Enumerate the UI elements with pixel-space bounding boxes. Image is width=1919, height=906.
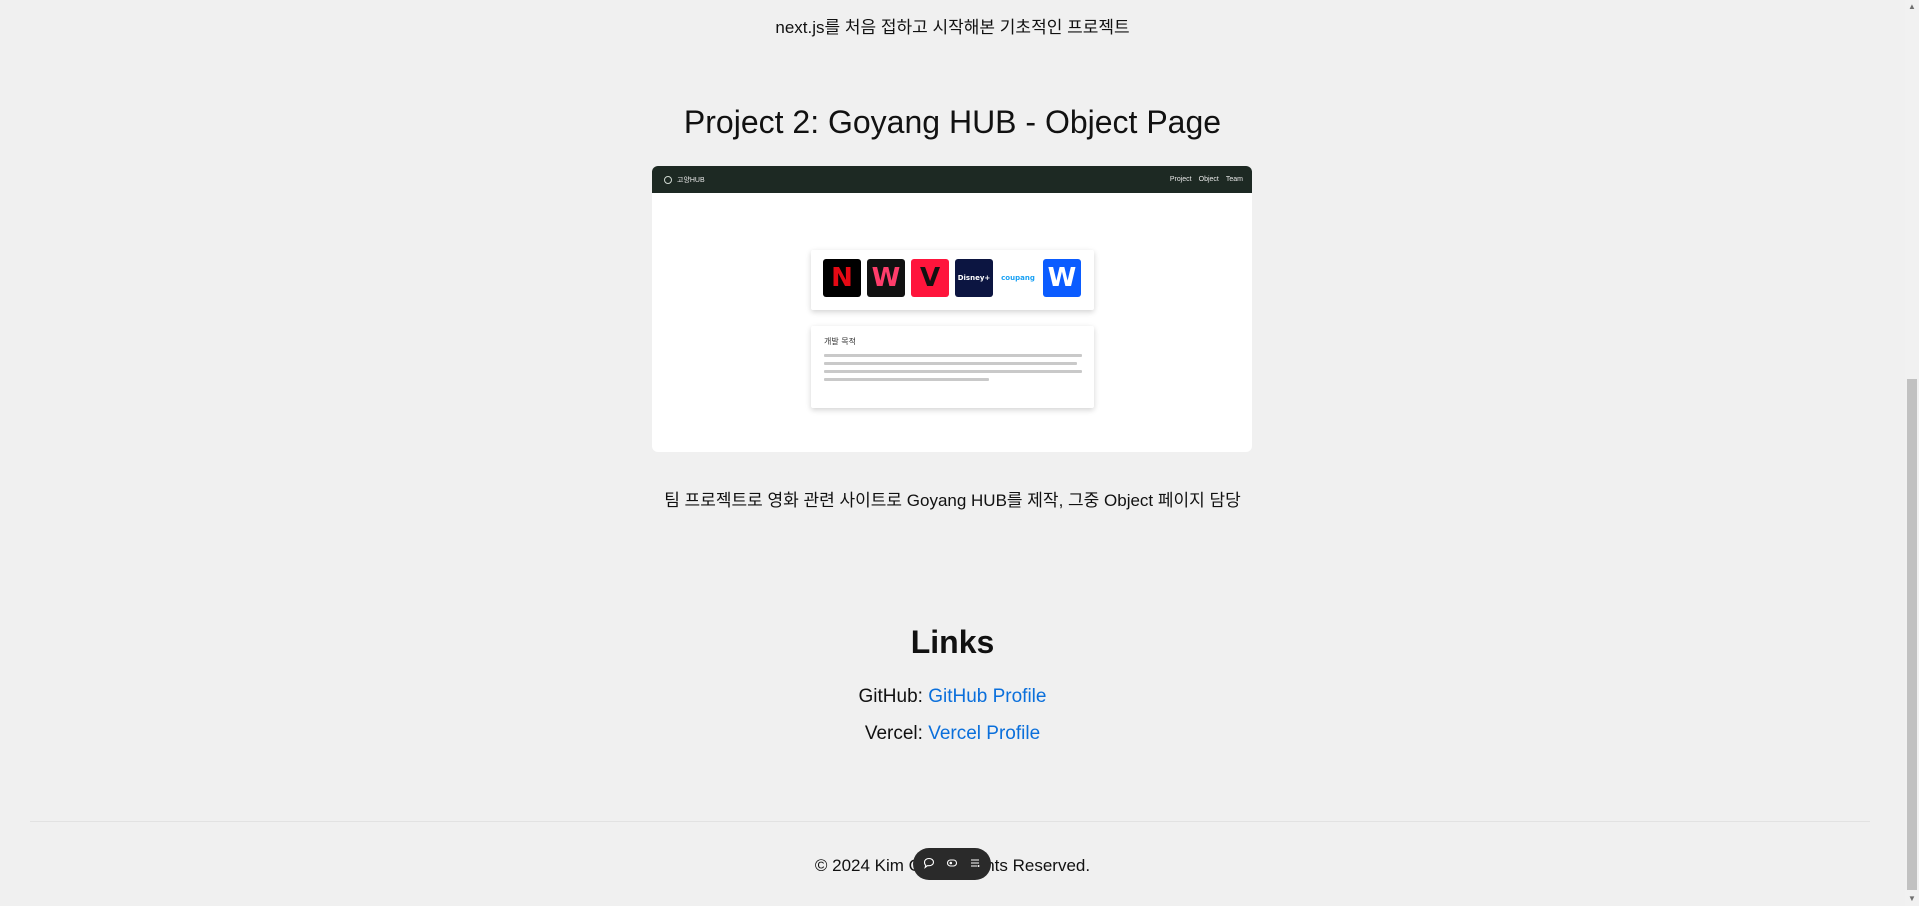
text-line: [824, 370, 1082, 373]
menu-icon[interactable]: [968, 857, 982, 872]
page: next.js를 처음 접하고 시작해본 기초적인 프로젝트 Project 2…: [0, 0, 1905, 906]
visibility-icon[interactable]: [945, 857, 959, 872]
watcha-logo-label: W: [871, 263, 901, 293]
netflix-logo: N: [823, 259, 861, 297]
scroll-down-icon[interactable]: ▼: [1905, 892, 1919, 906]
text-line: [824, 354, 1082, 357]
purpose-text-lines: [824, 354, 1082, 386]
tving-logo: V: [911, 259, 949, 297]
screenshot-menu-team: Team: [1225, 176, 1243, 183]
links-title: Links: [910, 624, 995, 660]
disney-logo: Disney+: [955, 259, 993, 297]
purpose-title: 개발 목적: [824, 337, 856, 346]
floating-toolbar: [913, 848, 991, 880]
ott-logo-card: N W V Disney+ coupang W: [811, 250, 1094, 310]
github-row: GitHub: GitHub Profile: [0, 686, 1905, 708]
vertical-scrollbar[interactable]: ▲ ▼: [1905, 0, 1919, 906]
project2-description: 팀 프로젝트로 영화 관련 사이트로 Goyang HUB를 제작, 그중 Ob…: [664, 491, 1241, 510]
scrollbar-thumb[interactable]: [1907, 379, 1917, 890]
vercel-row: Vercel: Vercel Profile: [0, 723, 1905, 745]
wavve-logo-label: W: [1047, 263, 1077, 293]
vercel-profile-link[interactable]: Vercel Profile: [928, 723, 1040, 744]
purpose-card: 개발 목적: [811, 326, 1094, 408]
screenshot-brand: 고양HUB: [664, 175, 705, 185]
footer-divider: [30, 821, 1870, 822]
project2-screenshot: 고양HUB Project Object Team N W V Disney+ …: [652, 166, 1252, 452]
project2-title: Project 2: Goyang HUB - Object Page: [683, 104, 1222, 140]
screenshot-menu-project: Project: [1169, 176, 1192, 183]
wavve-logo: W: [1043, 259, 1081, 297]
netflix-logo-label: N: [831, 263, 853, 293]
watcha-logo: W: [867, 259, 905, 297]
coupang-logo-label: coupang: [1001, 274, 1035, 282]
github-profile-link[interactable]: GitHub Profile: [928, 686, 1046, 707]
screenshot-navbar: 고양HUB Project Object Team: [652, 166, 1252, 193]
scroll-up-icon[interactable]: ▲: [1905, 0, 1919, 14]
brand-logo-icon: [664, 176, 672, 184]
tving-logo-label: V: [919, 263, 941, 293]
project1-description: next.js를 처음 접하고 시작해본 기초적인 프로젝트: [775, 18, 1130, 37]
screenshot-brand-label: 고양HUB: [677, 177, 705, 184]
text-line: [824, 378, 990, 381]
coupang-logo: coupang: [999, 259, 1037, 297]
disney-logo-label: Disney+: [957, 274, 991, 282]
text-line: [824, 362, 1077, 365]
github-label: GitHub:: [858, 686, 929, 707]
comment-icon[interactable]: [922, 857, 936, 872]
vercel-label: Vercel:: [864, 723, 929, 744]
screenshot-menu: Project Object Team: [1170, 176, 1243, 183]
screenshot-menu-object: Object: [1198, 176, 1219, 183]
